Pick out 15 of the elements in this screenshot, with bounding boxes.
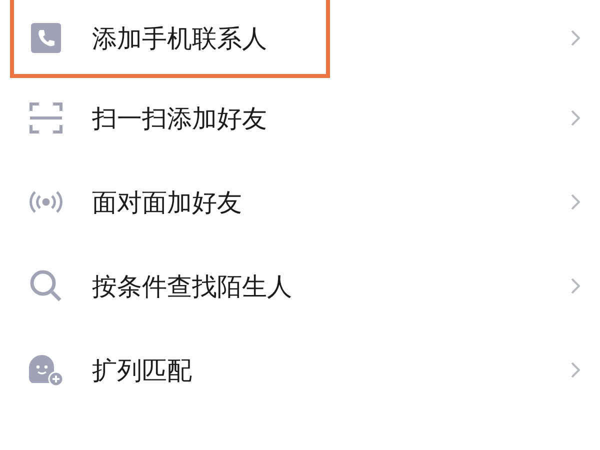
menu-item[interactable]: 面对面加好友 bbox=[0, 160, 600, 244]
search-icon bbox=[29, 269, 63, 303]
chevron-right-icon bbox=[570, 30, 580, 46]
menu-item[interactable]: 添加手机联系人 bbox=[0, 0, 600, 76]
phone-icon bbox=[30, 22, 62, 54]
broadcast-icon bbox=[29, 189, 63, 215]
menu-item[interactable]: 按条件查找陌生人 bbox=[0, 244, 600, 328]
menu-item[interactable]: 扩列匹配 bbox=[0, 328, 600, 412]
scan-icon bbox=[29, 102, 63, 134]
chevron-right-icon bbox=[570, 278, 580, 294]
menu-item[interactable]: 扫一扫添加好友 bbox=[0, 76, 600, 160]
chevron-right-icon bbox=[570, 362, 580, 378]
chevron-right-icon bbox=[570, 194, 580, 210]
chevron-right-icon bbox=[570, 110, 580, 126]
ghost-plus-icon bbox=[28, 353, 64, 387]
